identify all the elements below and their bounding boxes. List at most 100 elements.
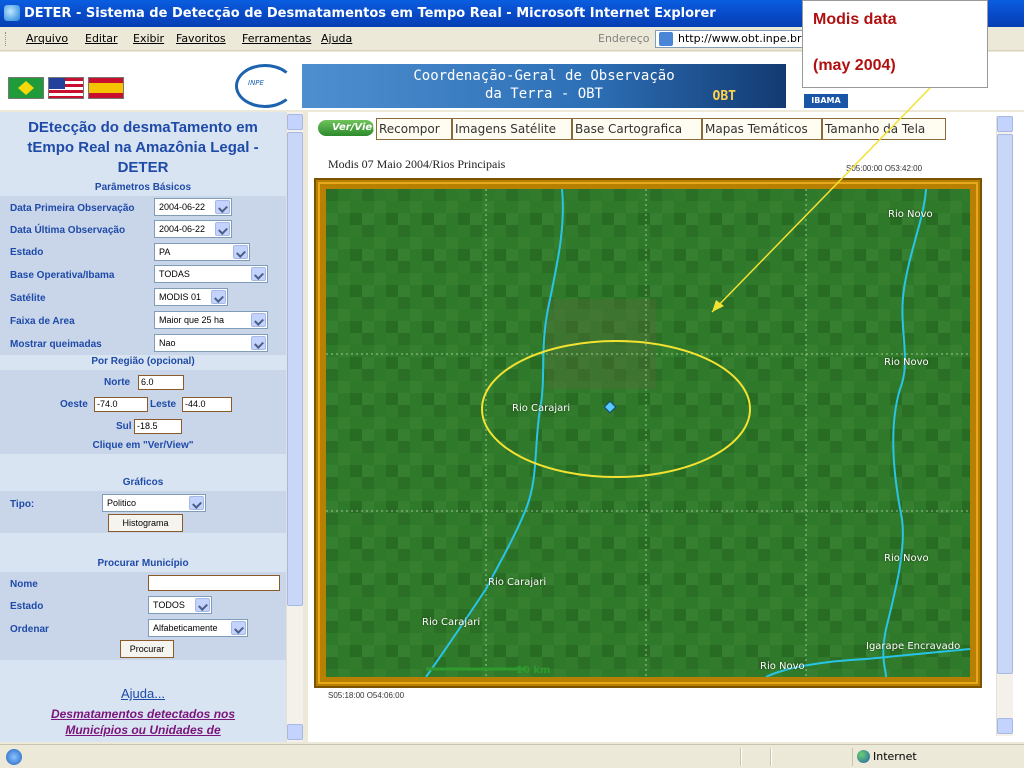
ibama-logo-text: IBAMA — [804, 94, 848, 108]
menu-ajuda[interactable]: Ajuda — [321, 27, 352, 51]
chevron-down-icon[interactable] — [231, 621, 246, 635]
inpe-logo: INPE — [235, 64, 295, 108]
nome-input[interactable] — [148, 575, 280, 591]
norte-input[interactable]: 6.0 — [138, 375, 184, 390]
menu-editar[interactable]: Editar — [85, 27, 118, 51]
status-separator — [770, 748, 772, 766]
coord-bottom-left: S05:18:00 O54:06:00 — [328, 691, 405, 700]
scroll-down-icon[interactable] — [997, 718, 1013, 734]
security-zone: Internet — [852, 748, 1002, 766]
queimadas-select[interactable]: Nao — [154, 334, 268, 352]
map-label-rio-carajari: Rio Carajari — [512, 403, 571, 414]
nome-label: Nome — [10, 579, 38, 590]
queimadas-value: Nao — [159, 338, 176, 348]
help-link[interactable]: Ajuda... — [0, 686, 286, 701]
leste-input[interactable]: -44.0 — [182, 397, 232, 412]
chevron-down-icon[interactable] — [251, 336, 266, 350]
internet-globe-icon — [857, 750, 870, 763]
scroll-up-icon[interactable] — [997, 116, 1013, 132]
map-label-rio-novo: Rio Novo — [760, 661, 805, 672]
chevron-down-icon[interactable] — [189, 496, 204, 510]
base-select[interactable]: TODAS — [154, 265, 268, 283]
menu-arquivo[interactable]: Arquivo — [26, 27, 68, 51]
left-panel: DEtecção do desmaTamento em tEmpo Real n… — [0, 112, 303, 742]
map-scrollbar[interactable] — [996, 116, 1013, 736]
menu-ferramentas[interactable]: Ferramentas — [242, 27, 311, 51]
flag-brazil-icon[interactable] — [8, 77, 44, 99]
page-status-icon — [6, 749, 22, 765]
satelite-select[interactable]: MODIS 01 — [154, 288, 228, 306]
scrollbar-thumb[interactable] — [997, 134, 1013, 674]
tab-base-cartografica[interactable]: Base Cartografica — [572, 118, 702, 140]
menu-favoritos[interactable]: Favoritos — [176, 27, 226, 51]
map-panel: Ver/View Recompor Imagens Satélite Base … — [308, 112, 1024, 742]
map-label-rio-novo: Rio Novo — [884, 357, 929, 368]
flag-usa-icon[interactable] — [48, 77, 84, 99]
first-obs-select[interactable]: 2004-06-22 — [154, 198, 232, 216]
page-icon — [659, 32, 673, 46]
address-value: http://www.obt.inpe.br — [678, 32, 802, 45]
tab-tamanho-tela[interactable]: Tamanho da Tela — [822, 118, 946, 140]
map-label-rio-novo: Rio Novo — [884, 553, 929, 564]
faixa-select[interactable]: Maior que 25 ha — [154, 311, 268, 329]
tab-mapas-tematicos[interactable]: Mapas Temáticos — [702, 118, 822, 140]
section-search: Procurar Município — [0, 557, 286, 571]
section-basic-params: Parâmetros Básicos — [0, 181, 286, 195]
callout-line1: Modis data — [813, 11, 897, 28]
status-bar: Internet — [0, 744, 1024, 768]
base-label: Base Operativa/Ibama — [10, 270, 115, 281]
deforestation-report-link[interactable]: Desmatamentos detectados nos Municípios … — [20, 706, 266, 738]
search-estado-select[interactable]: TODOS — [148, 596, 212, 614]
first-obs-label: Data Primeira Observação — [10, 203, 135, 214]
toolbar-grip[interactable] — [5, 32, 8, 46]
menu-exibir[interactable]: Exibir — [133, 27, 164, 51]
window-title: DETER - Sistema de Detecção de Desmatame… — [24, 6, 716, 21]
oeste-label: Oeste — [60, 399, 88, 410]
scrollbar-thumb[interactable] — [287, 132, 303, 606]
chevron-down-icon[interactable] — [233, 245, 248, 259]
base-value: TODAS — [159, 269, 190, 279]
chevron-down-icon[interactable] — [215, 200, 230, 214]
obt-mark: OBT — [712, 89, 736, 104]
left-scrollbar[interactable] — [286, 112, 303, 742]
chevron-down-icon[interactable] — [251, 313, 266, 327]
satelite-label: Satélite — [10, 293, 46, 304]
left-panel-content: DEtecção do desmaTamento em tEmpo Real n… — [0, 112, 286, 742]
chevron-down-icon[interactable] — [211, 290, 226, 304]
last-obs-select[interactable]: 2004-06-22 — [154, 220, 232, 238]
oeste-input[interactable]: -74.0 — [94, 397, 148, 412]
tipo-select[interactable]: Politico — [102, 494, 206, 512]
status-separator — [740, 748, 742, 766]
chevron-down-icon[interactable] — [195, 598, 210, 612]
last-obs-value: 2004-06-22 — [159, 224, 206, 234]
tab-imagens-satelite[interactable]: Imagens Satélite — [452, 118, 572, 140]
flag-spain-icon[interactable] — [88, 77, 124, 99]
deforestation-link-line2: Municípios ou Unidades de — [65, 723, 221, 737]
last-obs-label: Data Última Observação — [10, 225, 126, 236]
obt-banner: Coordenação-Geral de Observação da Terra… — [302, 64, 786, 108]
scroll-up-icon[interactable] — [287, 114, 303, 130]
zone-label: Internet — [873, 750, 917, 763]
chevron-down-icon[interactable] — [215, 222, 230, 236]
scroll-down-icon[interactable] — [287, 724, 303, 740]
deforestation-link-line1: Desmatamentos detectados nos — [50, 707, 236, 721]
estado-select[interactable]: PA — [154, 243, 250, 261]
address-input[interactable]: http://www.obt.inpe.br — [655, 30, 815, 48]
chevron-down-icon[interactable] — [251, 267, 266, 281]
faixa-label: Faixa de Area — [10, 316, 75, 327]
search-estado-value: TODOS — [153, 600, 185, 610]
app-title: DEtecção do desmaTamento em tEmpo Real n… — [0, 118, 286, 178]
search-button[interactable]: Procurar — [120, 640, 174, 658]
satellite-map[interactable]: Rio Novo Rio Novo Rio Carajari Rio Novo … — [326, 189, 970, 677]
tab-view[interactable]: Ver/View — [318, 120, 374, 136]
tab-recompor[interactable]: Recompor — [376, 118, 452, 140]
queimadas-label: Mostrar queimadas — [10, 339, 102, 350]
ordenar-select[interactable]: Alfabeticamente — [148, 619, 248, 637]
ie-icon — [4, 5, 20, 21]
map-label-rio-novo: Rio Novo — [888, 209, 933, 220]
scale-label: 10 km — [516, 665, 551, 676]
sul-input[interactable]: -18.5 — [134, 419, 182, 434]
histogram-button[interactable]: Histograma — [108, 514, 183, 532]
faixa-value: Maior que 25 ha — [159, 315, 225, 325]
first-obs-value: 2004-06-22 — [159, 202, 206, 212]
